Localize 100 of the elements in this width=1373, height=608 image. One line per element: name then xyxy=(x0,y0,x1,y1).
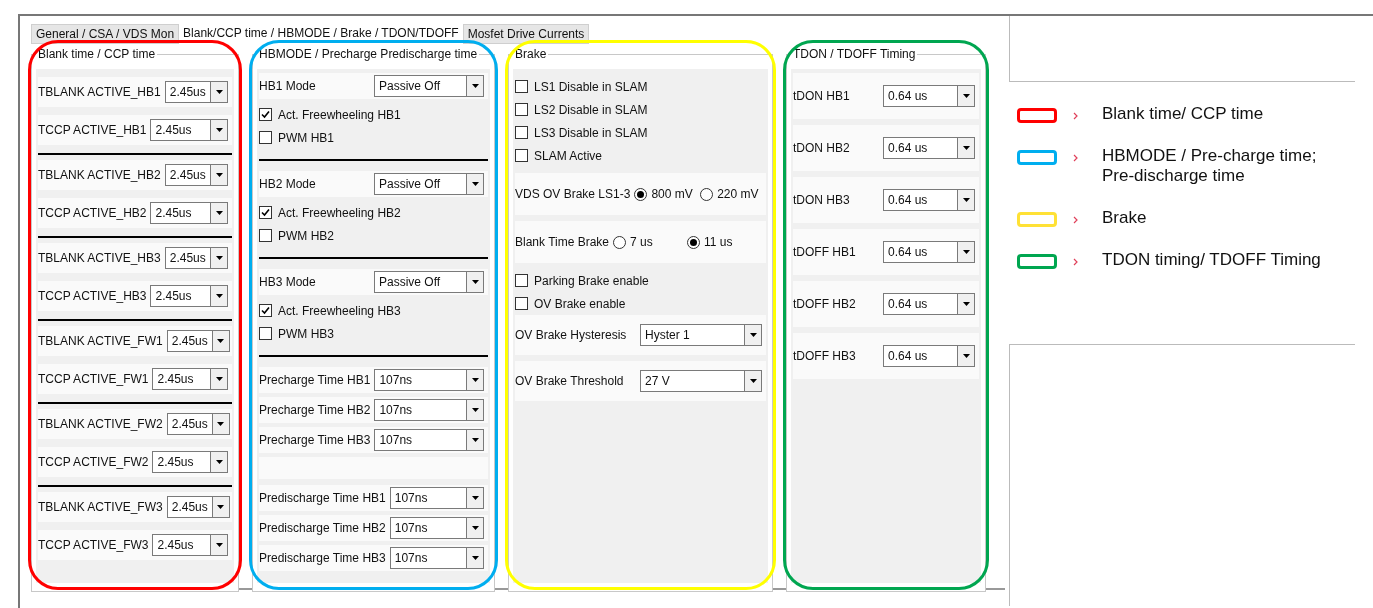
field-label: Blank Time Brake xyxy=(515,234,610,251)
field-label: Predischarge Time HB2 xyxy=(259,520,386,537)
dropdown[interactable]: 0.64 us xyxy=(883,137,975,159)
checkbox[interactable] xyxy=(259,131,272,144)
checkbox[interactable] xyxy=(515,297,528,310)
dropdown[interactable]: 2.45us xyxy=(166,496,230,518)
dropdown-caret-icon xyxy=(471,526,479,530)
dropdown[interactable]: 2.45us xyxy=(164,164,228,186)
dropdown[interactable]: 2.45us xyxy=(164,81,228,103)
dropdown-caret-icon xyxy=(962,198,970,202)
dropdown[interactable]: 107ns xyxy=(374,429,484,451)
dropdown[interactable]: 2.45us xyxy=(166,330,230,352)
dropdown-caret-icon xyxy=(215,256,223,260)
checkbox[interactable] xyxy=(515,103,528,116)
field-label: TBLANK ACTIVE_FW2 xyxy=(38,416,163,433)
dropdown[interactable]: 2.45us xyxy=(150,202,228,224)
dropdown-caret-icon xyxy=(749,333,757,337)
dropdown[interactable]: 2.45us xyxy=(152,451,228,473)
checkbox[interactable] xyxy=(259,304,272,317)
field-label: Precharge Time HB3 xyxy=(259,432,371,449)
field-label: Precharge Time HB2 xyxy=(259,402,371,419)
field-label: TBLANK ACTIVE_FW3 xyxy=(38,499,163,516)
dropdown[interactable]: 107ns xyxy=(374,369,484,391)
dropdown[interactable]: 2.45us xyxy=(150,285,228,307)
dropdown-caret-icon xyxy=(471,84,479,88)
checkbox[interactable] xyxy=(259,206,272,219)
dropdown[interactable]: Hyster 1 xyxy=(640,324,762,346)
dropdown[interactable]: 2.45us xyxy=(164,247,228,269)
dropdown[interactable]: 107ns xyxy=(389,547,484,569)
field-label: TBLANK ACTIVE_HB3 xyxy=(38,250,161,267)
dropdown-caret-icon xyxy=(217,505,225,509)
checkbox-label: Act. Freewheeling HB1 xyxy=(278,106,401,124)
dropdown[interactable]: 0.64 us xyxy=(883,85,975,107)
radio-button[interactable] xyxy=(700,187,714,201)
dropdown[interactable]: 2.45us xyxy=(152,368,228,390)
dropdown[interactable]: 2.45us xyxy=(166,413,230,435)
checkbox-label: OV Brake enable xyxy=(534,295,626,313)
checkbox[interactable] xyxy=(259,229,272,242)
dropdown-caret-icon xyxy=(471,378,479,382)
radio-label: 800 mV xyxy=(651,186,693,203)
field-label: tDOFF HB3 xyxy=(793,348,856,365)
field-label: Predischarge Time HB1 xyxy=(259,490,386,507)
checkbox-label: PWM HB3 xyxy=(278,325,334,343)
legend-label: Brake xyxy=(1102,208,1148,228)
chevron-icon xyxy=(1073,258,1078,266)
field-label: TBLANK ACTIVE_HB2 xyxy=(38,167,161,184)
checkbox-label: LS1 Disable in SLAM xyxy=(534,78,648,96)
field-label: tDOFF HB2 xyxy=(793,296,856,313)
radio-label: 220 mV xyxy=(717,186,759,203)
checkbox[interactable] xyxy=(259,108,272,121)
dropdown-caret-icon xyxy=(215,294,223,298)
checkbox[interactable] xyxy=(515,149,528,162)
radio-label: 7 us xyxy=(630,234,653,251)
dropdown-caret-icon xyxy=(749,379,757,383)
field-label: TCCP ACTIVE_FW1 xyxy=(38,371,149,388)
checkbox-label: PWM HB2 xyxy=(278,227,334,245)
chevron-icon xyxy=(1073,216,1078,224)
dropdown-caret-icon xyxy=(962,354,970,358)
dropdown[interactable]: 0.64 us xyxy=(883,345,975,367)
dropdown-caret-icon xyxy=(962,94,970,98)
dropdown-caret-icon xyxy=(962,250,970,254)
dropdown-caret-icon xyxy=(215,173,223,177)
chevron-icon xyxy=(1073,154,1078,162)
field-label: TCCP ACTIVE_HB2 xyxy=(38,205,147,222)
dropdown[interactable]: Passive Off xyxy=(374,271,484,293)
dropdown[interactable]: 107ns xyxy=(374,399,484,421)
legend-label: HBMODE / Pre-charge time; Pre-discharge time xyxy=(1102,146,1318,186)
dropdown-caret-icon xyxy=(962,146,970,150)
radio-button[interactable] xyxy=(613,235,627,249)
dropdown[interactable]: 2.45us xyxy=(152,534,228,556)
group-title: HBMODE / Precharge Predischarge time xyxy=(257,46,480,62)
dropdown[interactable]: Passive Off xyxy=(374,75,484,97)
radio-button[interactable] xyxy=(687,235,701,249)
field-label: HB1 Mode xyxy=(259,78,316,95)
radio-button[interactable] xyxy=(634,187,648,201)
legend-label: TDON timing/ TDOFF Timing xyxy=(1102,250,1322,270)
dropdown[interactable]: Passive Off xyxy=(374,173,484,195)
dropdown[interactable]: 0.64 us xyxy=(883,241,975,263)
dropdown-caret-icon xyxy=(962,302,970,306)
checkbox[interactable] xyxy=(259,327,272,340)
dropdown[interactable]: 107ns xyxy=(389,487,484,509)
dropdown-caret-icon xyxy=(471,496,479,500)
checkbox-label: Parking Brake enable xyxy=(534,272,649,290)
dropdown-caret-icon xyxy=(215,543,223,547)
dropdown[interactable]: 27 V xyxy=(640,370,762,392)
radio-label: 11 us xyxy=(704,234,733,251)
field-label: TBLANK ACTIVE_HB1 xyxy=(38,84,161,101)
dropdown[interactable]: 107ns xyxy=(389,517,484,539)
dropdown[interactable]: 0.64 us xyxy=(883,293,975,315)
field-label: VDS OV Brake LS1-3 xyxy=(515,186,631,203)
dropdown[interactable]: 2.45us xyxy=(150,119,228,141)
dropdown-caret-icon xyxy=(215,128,223,132)
checkbox[interactable] xyxy=(515,126,528,139)
field-label: tDON HB1 xyxy=(793,88,850,105)
checkbox[interactable] xyxy=(515,80,528,93)
dropdown-caret-icon xyxy=(215,460,223,464)
checkbox[interactable] xyxy=(515,274,528,287)
dropdown-caret-icon xyxy=(471,438,479,442)
dropdown[interactable]: 0.64 us xyxy=(883,189,975,211)
field-label: Precharge Time HB1 xyxy=(259,372,371,389)
